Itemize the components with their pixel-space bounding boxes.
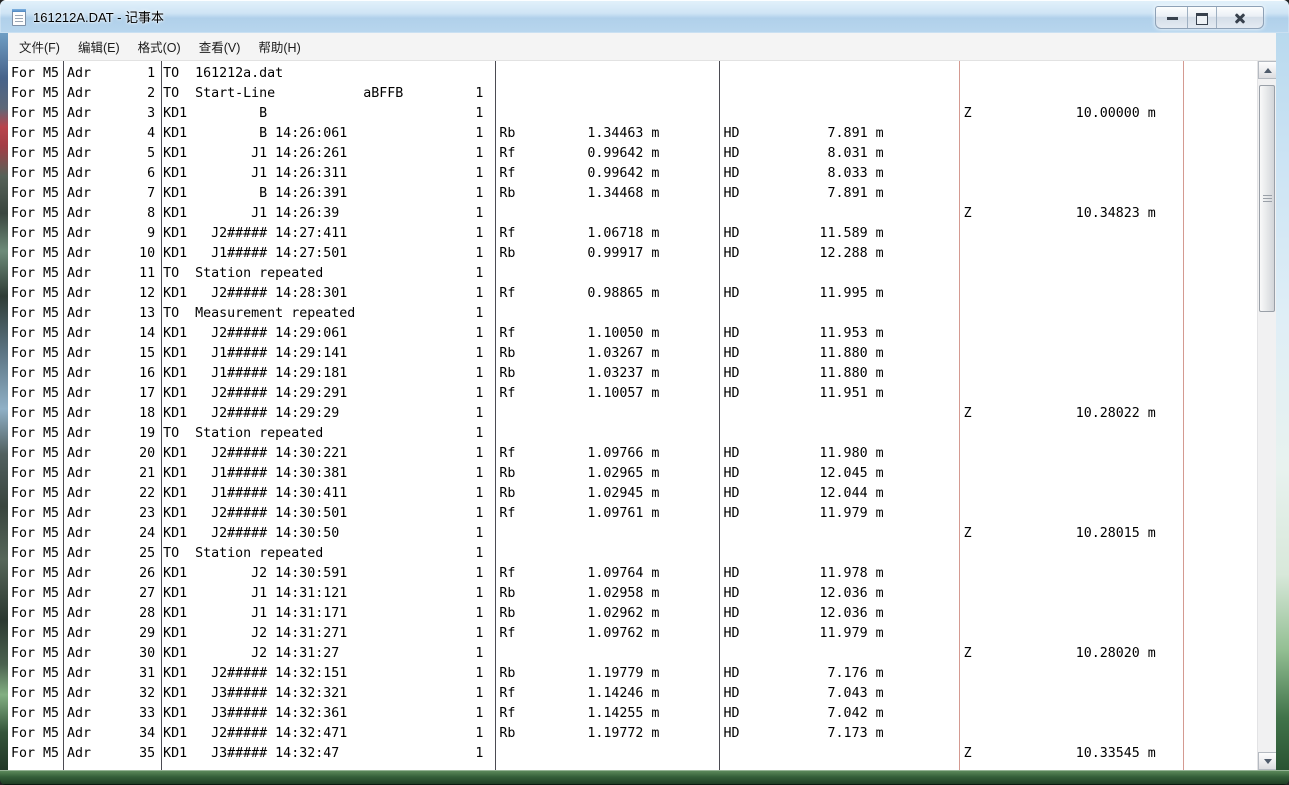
- menu-item-0[interactable]: 文件(F): [10, 33, 69, 60]
- data-row: For M5 Adr 11 TO Station repeated 1: [11, 264, 1180, 284]
- maximize-button[interactable]: [1188, 7, 1217, 28]
- menu-bar: 文件(F)编辑(E)格式(O)查看(V)帮助(H): [8, 33, 1276, 61]
- minimize-button[interactable]: [1156, 7, 1188, 28]
- notepad-icon: [12, 9, 26, 26]
- data-row: For M5 Adr 34 KD1 J2##### 14:32:471 1 Rb…: [11, 724, 1180, 744]
- data-row: For M5 Adr 18 KD1 J2##### 14:29:29 1 Z 1…: [11, 404, 1180, 424]
- window-border-left: [0, 33, 8, 785]
- caption-buttons: [1155, 6, 1264, 29]
- data-row: For M5 Adr 26 KD1 J2 14:30:591 1 Rf 1.09…: [11, 564, 1180, 584]
- data-row: For M5 Adr 16 KD1 J1##### 14:29:181 1 Rb…: [11, 364, 1180, 384]
- data-row: For M5 Adr 27 KD1 J1 14:31:121 1 Rb 1.02…: [11, 584, 1180, 604]
- window-border-right: [1276, 33, 1289, 785]
- text-editor[interactable]: For M5 Adr 1 TO 161212a.dat For M5 Adr 2…: [8, 61, 1257, 770]
- notepad-window: 161212A.DAT - 记事本 文件(F)编辑(E)格式(O)查看(V)帮助…: [0, 0, 1289, 785]
- data-row: For M5 Adr 8 KD1 J1 14:26:39 1 Z 10.3482…: [11, 204, 1180, 224]
- arrow-up-icon: [1264, 68, 1272, 73]
- maximize-icon: [1196, 13, 1208, 25]
- data-row: For M5 Adr 2 TO Start-Line aBFFB 1: [11, 84, 1180, 104]
- column-separator: [1183, 61, 1184, 770]
- data-row: For M5 Adr 17 KD1 J2##### 14:29:291 1 Rf…: [11, 384, 1180, 404]
- data-row: For M5 Adr 35 KD1 J3##### 14:32:47 1 Z 1…: [11, 744, 1180, 764]
- scrollbar-grip-icon: [1263, 195, 1272, 203]
- data-row: For M5 Adr 28 KD1 J1 14:31:171 1 Rb 1.02…: [11, 604, 1180, 624]
- scroll-up-button[interactable]: [1258, 61, 1277, 79]
- data-row: For M5 Adr 20 KD1 J2##### 14:30:221 1 Rf…: [11, 444, 1180, 464]
- data-row: For M5 Adr 23 KD1 J2##### 14:30:501 1 Rf…: [11, 504, 1180, 524]
- data-row: For M5 Adr 3 KD1 B 1 Z 10.00000 m: [11, 104, 1180, 124]
- scroll-down-button[interactable]: [1258, 752, 1277, 770]
- data-row: For M5 Adr 5 KD1 J1 14:26:261 1 Rf 0.996…: [11, 144, 1180, 164]
- close-icon: [1233, 11, 1247, 25]
- menu-item-3[interactable]: 查看(V): [190, 33, 250, 60]
- client-area: For M5 Adr 1 TO 161212a.dat For M5 Adr 2…: [8, 61, 1276, 770]
- data-row: For M5 Adr 19 TO Station repeated 1: [11, 424, 1180, 444]
- data-row: For M5 Adr 12 KD1 J2##### 14:28:301 1 Rf…: [11, 284, 1180, 304]
- close-button[interactable]: [1217, 7, 1263, 28]
- data-row: For M5 Adr 25 TO Station repeated 1: [11, 544, 1180, 564]
- vertical-scrollbar[interactable]: [1257, 61, 1276, 770]
- menu-item-1[interactable]: 编辑(E): [69, 33, 129, 60]
- data-row: For M5 Adr 10 KD1 J1##### 14:27:501 1 Rb…: [11, 244, 1180, 264]
- data-row: For M5 Adr 30 KD1 J2 14:31:27 1 Z 10.280…: [11, 644, 1180, 664]
- minimize-icon: [1167, 17, 1178, 20]
- data-row: For M5 Adr 9 KD1 J2##### 14:27:411 1 Rf …: [11, 224, 1180, 244]
- data-row: For M5 Adr 33 KD1 J3##### 14:32:361 1 Rf…: [11, 704, 1180, 724]
- data-row: For M5 Adr 14 KD1 J2##### 14:29:061 1 Rf…: [11, 324, 1180, 344]
- data-row: For M5 Adr 15 KD1 J1##### 14:29:141 1 Rb…: [11, 344, 1180, 364]
- data-row: For M5 Adr 29 KD1 J2 14:31:271 1 Rf 1.09…: [11, 624, 1180, 644]
- window-border-bottom: [0, 770, 1289, 785]
- data-row: For M5 Adr 1 TO 161212a.dat: [11, 64, 1180, 84]
- scrollbar-thumb[interactable]: [1259, 85, 1275, 312]
- file-content: For M5 Adr 1 TO 161212a.dat For M5 Adr 2…: [11, 64, 1180, 764]
- data-row: For M5 Adr 22 KD1 J1##### 14:30:411 1 Rb…: [11, 484, 1180, 504]
- data-row: For M5 Adr 21 KD1 J1##### 14:30:381 1 Rb…: [11, 464, 1180, 484]
- data-row: For M5 Adr 32 KD1 J3##### 14:32:321 1 Rf…: [11, 684, 1180, 704]
- data-row: For M5 Adr 4 KD1 B 14:26:061 1 Rb 1.3446…: [11, 124, 1180, 144]
- menu-item-2[interactable]: 格式(O): [129, 33, 190, 60]
- menu-item-4[interactable]: 帮助(H): [249, 33, 309, 60]
- data-row: For M5 Adr 7 KD1 B 14:26:391 1 Rb 1.3446…: [11, 184, 1180, 204]
- data-row: For M5 Adr 24 KD1 J2##### 14:30:50 1 Z 1…: [11, 524, 1180, 544]
- window-title: 161212A.DAT - 记事本: [33, 7, 164, 26]
- data-row: For M5 Adr 13 TO Measurement repeated 1: [11, 304, 1180, 324]
- title-bar[interactable]: 161212A.DAT - 记事本: [0, 0, 1289, 33]
- data-row: For M5 Adr 6 KD1 J1 14:26:311 1 Rf 0.996…: [11, 164, 1180, 184]
- data-row: For M5 Adr 31 KD1 J2##### 14:32:151 1 Rb…: [11, 664, 1180, 684]
- arrow-down-icon: [1264, 759, 1272, 764]
